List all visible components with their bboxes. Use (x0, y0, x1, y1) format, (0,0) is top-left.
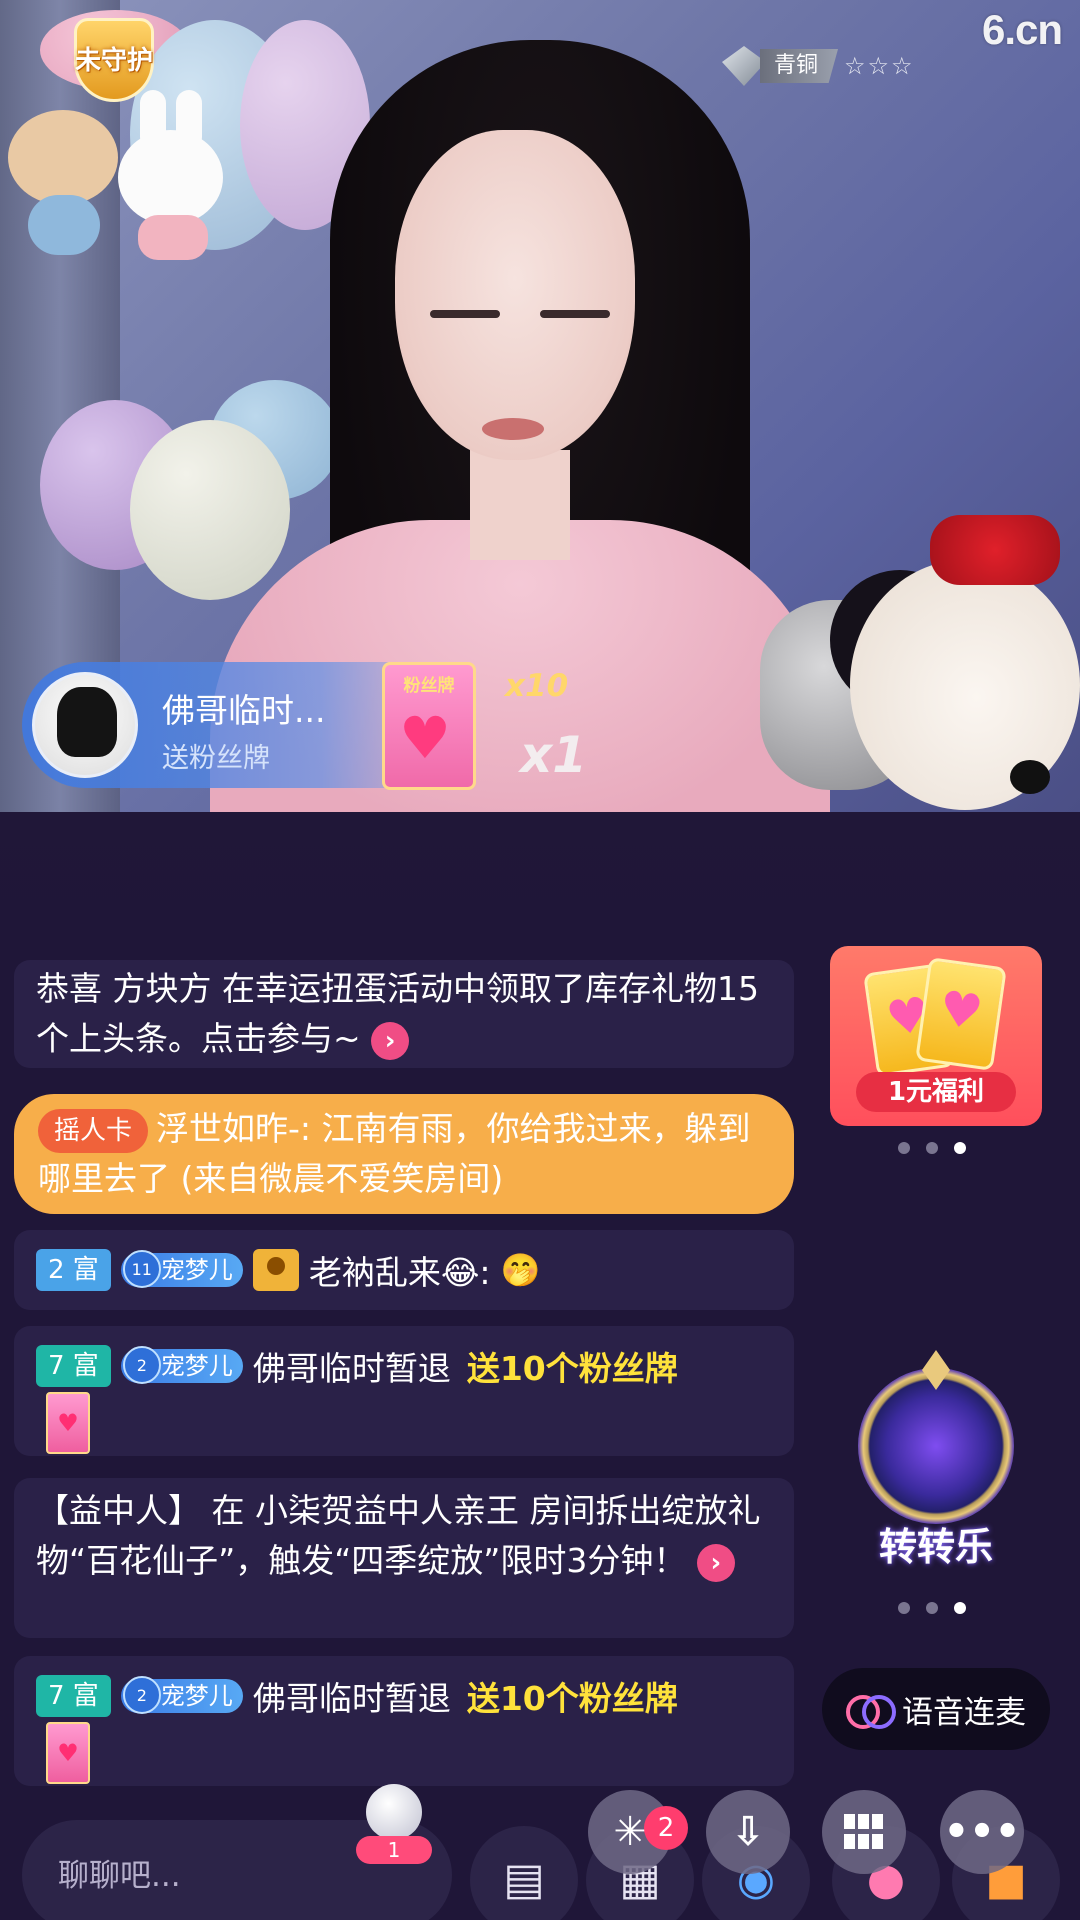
chat-input-placeholder: 聊聊吧... (58, 1858, 181, 1894)
gift-card-label: 粉丝牌 (403, 676, 455, 696)
chat-button[interactable]: ▤ (470, 1826, 578, 1920)
grid-icon (844, 1814, 884, 1850)
streamer-neck (470, 450, 570, 560)
avatar[interactable] (32, 672, 138, 778)
plush-bow (930, 515, 1060, 585)
brand-logo: 6.cn (982, 6, 1063, 53)
cards-icon (863, 957, 1007, 1077)
system-text: 【益中人】 在 小柒贺益中人亲王 房间拆出绽放礼物“百花仙子”，触发“四季绽放”… (36, 1491, 761, 1580)
live-video[interactable]: 未守护 青铜 ☆☆☆ 6.cn 佛哥临时... 送粉丝牌 粉丝牌 ♥ x10 x… (0, 0, 1080, 812)
plush-nose (1010, 760, 1050, 794)
username[interactable]: 佛哥临时暂退 (253, 1342, 451, 1390)
lucky-wheel-button[interactable]: 转转乐 (846, 1350, 1026, 1580)
chat-message[interactable]: 恭喜 方块方 在幸运扭蛋活动中领取了库存礼物15个上头条。点击参与~ › (14, 960, 794, 1068)
notification-badge: 2 (644, 1806, 688, 1850)
lips (482, 418, 544, 440)
balloon (130, 420, 290, 600)
chat-message[interactable]: 2 富 11 宠梦儿 老衲乱来😂: 🤭 (14, 1230, 794, 1310)
gift-combo: x1 (520, 726, 588, 784)
rank-label: 青铜 (760, 49, 839, 83)
arrow-right-icon[interactable]: › (696, 1543, 735, 1582)
diamond-icon (722, 46, 766, 86)
wheel-icon (858, 1368, 1014, 1524)
chat-message[interactable]: 7 富 2 宠梦儿 佛哥临时暂退 送10个粉丝牌 ♥ (14, 1326, 794, 1456)
heart-icon: 11 (122, 1250, 161, 1288)
chat-fade (0, 812, 1080, 932)
carousel-dots (898, 1602, 966, 1614)
heart-icon: ♥ (399, 704, 451, 772)
wealth-level-badge: 2 富 (36, 1249, 111, 1291)
streamer-face (395, 130, 635, 460)
promo-label: 1元福利 (856, 1072, 1016, 1112)
arrow-right-icon[interactable]: › (371, 1021, 410, 1060)
cloud-icon (366, 1784, 422, 1840)
rank-badge[interactable]: 青铜 ☆☆☆ (722, 46, 915, 86)
voice-connect-label: 语音连麦 (902, 1694, 1026, 1731)
gift-action: 送粉丝牌 (162, 743, 270, 774)
more-button[interactable]: ••• (940, 1790, 1024, 1874)
gift-sender-name: 佛哥临时... (162, 691, 326, 730)
heart-icon: ♥ (46, 1392, 90, 1454)
fan-badge: 11 宠梦儿 (120, 1250, 243, 1288)
fan-badge: 2 宠梦儿 (120, 1676, 243, 1714)
wealth-level-badge: 7 富 (36, 1345, 111, 1387)
wheel-label: 转转乐 (878, 1525, 993, 1569)
eye (430, 310, 500, 318)
user-icon (252, 1249, 299, 1291)
guard-badge[interactable]: 未守护 (62, 10, 166, 102)
chat-message[interactable]: 【益中人】 在 小柒贺益中人亲王 房间拆出绽放礼物“百花仙子”，触发“四季绽放”… (14, 1478, 794, 1638)
fan-badge-gift: 粉丝牌 ♥ (382, 662, 476, 790)
like-count: 1 (356, 1836, 432, 1864)
bear-toy (8, 110, 118, 260)
more-icon: ••• (943, 1809, 1021, 1855)
gift-text: 送10个粉丝牌 (466, 1679, 678, 1718)
wealth-level-badge: 7 富 (36, 1675, 111, 1717)
fan-badge: 2 宠梦儿 (120, 1346, 243, 1384)
bunny-toy (118, 90, 228, 260)
voice-connect-button[interactable]: 语音连麦 (822, 1668, 1050, 1750)
emoji: 🤭 (500, 1251, 541, 1289)
username[interactable]: 佛哥临时暂退 (253, 1672, 451, 1720)
chat-message-highlight[interactable]: 摇人卡 浮世如昨-: 江南有雨，你给我过来，躲到哪里去了 (来自微晨不爱笑房间) (14, 1094, 794, 1214)
chat-message[interactable]: 7 富 2 宠梦儿 佛哥临时暂退 送10个粉丝牌 ♥ (14, 1656, 794, 1786)
link-icon (846, 1695, 896, 1729)
chat-icon: ▤ (503, 1854, 545, 1905)
heart-icon: ♥ (46, 1722, 90, 1784)
welfare-promo-button[interactable]: 1元福利 (830, 946, 1042, 1126)
download-icon: ⇩ (731, 1809, 765, 1855)
heart-icon: 2 (122, 1346, 161, 1384)
gift-count: x10 (505, 668, 569, 704)
star-icon: ☆☆☆ (844, 52, 915, 80)
eye (540, 310, 610, 318)
summon-card-tag: 摇人卡 (38, 1108, 149, 1153)
carousel-dots (898, 1142, 966, 1154)
guard-badge-label: 未守护 (74, 46, 153, 76)
like-button[interactable]: 1 (352, 1784, 436, 1914)
gift-text: 送10个粉丝牌 (466, 1349, 678, 1388)
menu-button[interactable] (822, 1790, 906, 1874)
username[interactable]: 老衲乱来😂: (309, 1246, 491, 1294)
download-button[interactable]: ⇩ (706, 1790, 790, 1874)
share-icon: ✳ (613, 1809, 647, 1855)
heart-icon: 2 (122, 1676, 161, 1714)
